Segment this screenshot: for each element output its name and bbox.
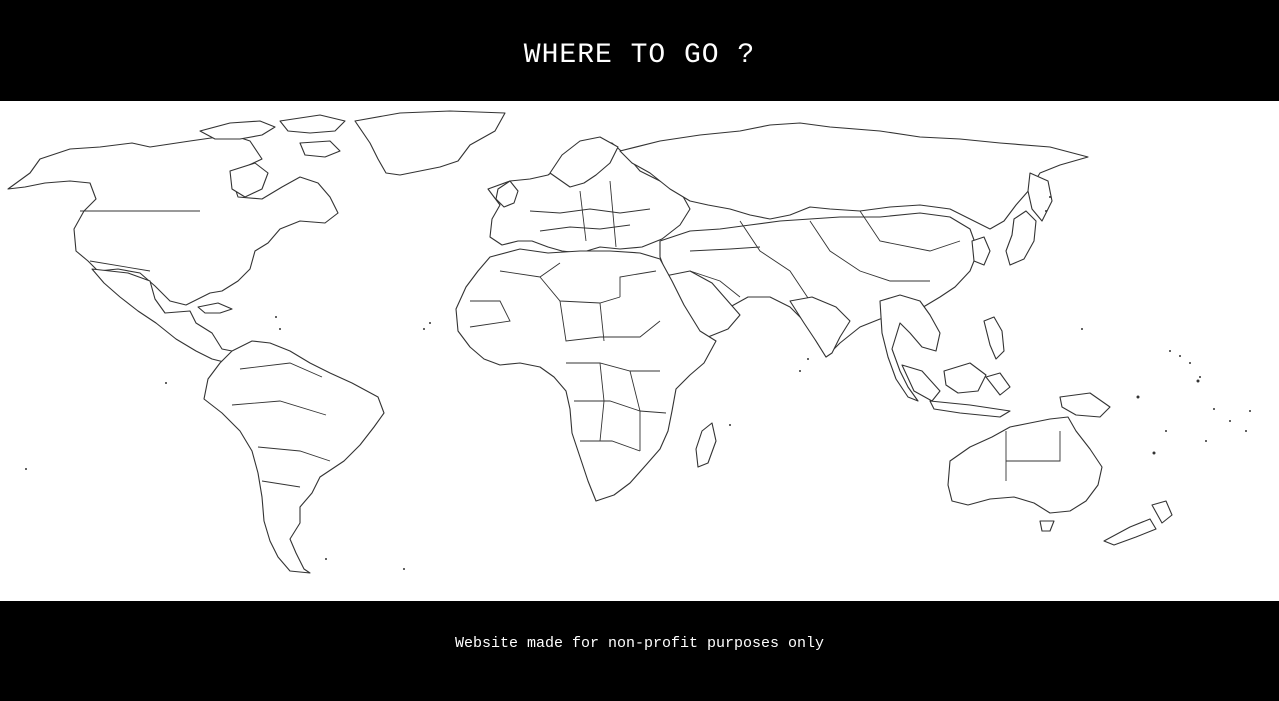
country-south-america[interactable] [203,340,385,574]
country-russia[interactable] [619,122,1089,230]
site-header: WHERE TO GO ? [0,0,1279,101]
country-korea[interactable] [971,236,991,266]
country-madagascar[interactable] [695,422,717,468]
country-indonesia[interactable] [901,362,1111,418]
site-footer: Website made for non-profit purposes onl… [0,601,1279,701]
country-australia[interactable] [947,416,1103,514]
country-kamchatka[interactable] [1027,172,1053,222]
country-cuba[interactable] [197,302,233,314]
country-greenland[interactable] [354,110,506,176]
world-map-svg[interactable] [0,101,1279,601]
page-title: WHERE TO GO ? [523,40,756,71]
footer-note: Website made for non-profit purposes onl… [454,634,825,652]
country-new-zealand[interactable] [1103,500,1173,546]
country-philippines[interactable] [983,316,1005,360]
country-tasmania[interactable] [1039,520,1055,532]
country-japan[interactable] [1005,210,1037,266]
country-north-america[interactable] [7,134,339,306]
world-map[interactable] [0,101,1279,601]
